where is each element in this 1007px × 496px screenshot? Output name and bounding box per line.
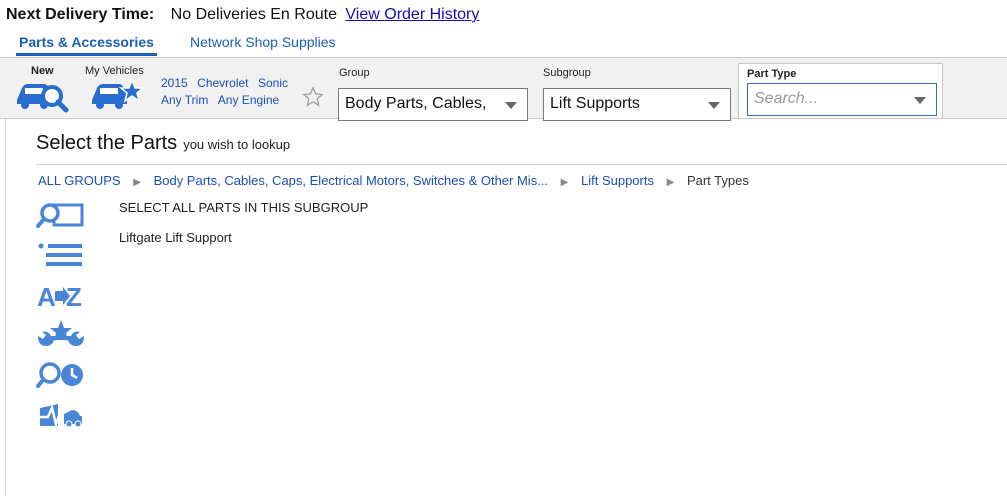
service-star-icon[interactable]: [36, 320, 86, 350]
search-clock-icon[interactable]: [36, 360, 86, 390]
tab-bar: Parts & Accessories Network Shop Supplie…: [0, 32, 1007, 58]
new-label: New: [31, 65, 54, 77]
vehicle-model[interactable]: Sonic: [258, 76, 288, 90]
breadcrumb-current: Part Types: [686, 173, 749, 188]
chevron-down-icon: [708, 102, 720, 109]
car-star-icon: [92, 78, 146, 109]
group-select-value: Body Parts, Cables,: [345, 95, 487, 112]
new-vehicle-button[interactable]: New: [14, 64, 72, 116]
vehicle-toolbar: New My Vehicles 2015 Chevrolet Sonic Any…: [0, 58, 1007, 121]
vehicle-engine[interactable]: Any Engine: [218, 93, 279, 107]
part-item-liftgate-lift-support[interactable]: Liftgate Lift Support: [119, 230, 232, 245]
group-label: Group: [339, 67, 370, 79]
title-divider: [36, 164, 1007, 165]
parts-lookup-icon[interactable]: [36, 200, 86, 230]
breadcrumb-separator-icon: ▶: [133, 177, 141, 188]
chevron-down-icon: [505, 102, 517, 109]
group-select[interactable]: Body Parts, Cables,: [338, 88, 528, 121]
vehicle-trim[interactable]: Any Trim: [161, 93, 208, 107]
svg-text:A: A: [37, 282, 56, 311]
page-subtitle: you wish to lookup: [183, 137, 291, 152]
vehicle-year[interactable]: 2015: [161, 76, 188, 90]
vehicle-make[interactable]: Chevrolet: [197, 76, 248, 90]
part-type-placeholder: Search...: [754, 90, 819, 107]
subgroup-panel: Subgroup Lift Supports: [535, 64, 735, 121]
delivery-bar: Next Delivery Time: No Deliveries En Rou…: [6, 6, 479, 24]
car-search-icon: [17, 84, 69, 113]
subgroup-label: Subgroup: [543, 67, 591, 79]
chevron-down-icon: [914, 97, 926, 104]
breadcrumb-group[interactable]: Body Parts, Cables, Caps, Electrical Mot…: [154, 173, 548, 188]
part-type-search[interactable]: Search...: [747, 83, 937, 116]
favorite-star-icon[interactable]: [302, 86, 324, 108]
subgroup-select-value: Lift Supports: [550, 95, 640, 112]
part-type-panel: Part Type Search...: [738, 63, 943, 118]
breadcrumb: ALL GROUPS ▶ Body Parts, Cables, Caps, E…: [38, 173, 749, 188]
delivery-label: Next Delivery Time:: [6, 6, 155, 23]
vehicle-info: 2015 Chevrolet Sonic: [161, 74, 288, 92]
my-vehicles-label: My Vehicles: [85, 65, 144, 77]
vehicle-options: Any Trim Any Engine: [161, 91, 279, 109]
breadcrumb-separator-icon: ▶: [666, 177, 675, 188]
breadcrumb-all-groups[interactable]: ALL GROUPS: [38, 173, 121, 188]
svg-text:Z: Z: [66, 282, 82, 311]
vehicle-diagnostics-icon[interactable]: [36, 400, 86, 430]
page-title: Select the Parts you wish to lookup: [36, 132, 290, 155]
tab-parts-accessories[interactable]: Parts & Accessories: [16, 34, 157, 56]
delivery-value: No Deliveries En Route: [170, 6, 337, 23]
view-order-history-link[interactable]: View Order History: [345, 6, 479, 23]
page-title-text: Select the Parts: [36, 132, 178, 154]
tab-network-shop-supplies[interactable]: Network Shop Supplies: [190, 34, 336, 50]
a-to-z-icon[interactable]: A Z: [36, 281, 86, 311]
part-type-label: Part Type: [747, 68, 797, 80]
breadcrumb-subgroup[interactable]: Lift Supports: [581, 173, 654, 188]
breadcrumb-separator-icon: ▶: [560, 177, 569, 188]
my-vehicles-button[interactable]: My Vehicles: [84, 64, 150, 116]
group-panel: Group Body Parts, Cables,: [330, 64, 535, 121]
subgroup-select[interactable]: Lift Supports: [543, 88, 731, 121]
select-all-parts-item[interactable]: SELECT ALL PARTS IN THIS SUBGROUP: [119, 200, 368, 215]
list-view-icon[interactable]: [36, 241, 86, 271]
